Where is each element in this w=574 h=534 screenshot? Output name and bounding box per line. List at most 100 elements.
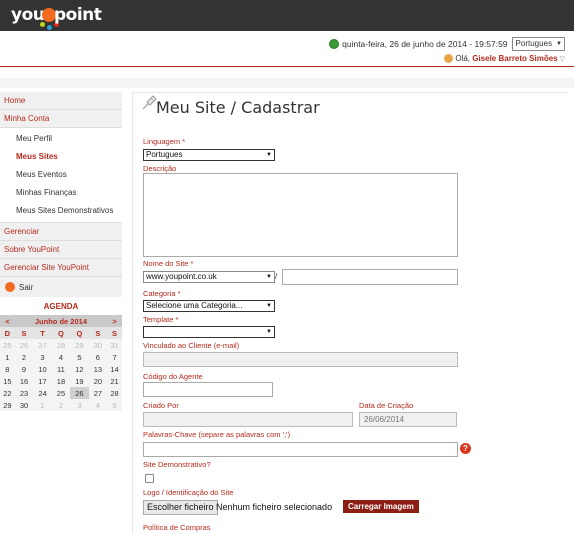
criado-por-label: Criado Por: [143, 401, 179, 410]
codigo-agente-label: Código do Agente: [143, 372, 203, 381]
domain-select[interactable]: www.youpoint.co.uk: [143, 271, 275, 283]
calendar-day[interactable]: 1: [33, 399, 52, 411]
calendar-month: Junho de 2014: [14, 315, 108, 327]
template-select[interactable]: [143, 326, 275, 338]
chevron-down-icon: ▽: [559, 55, 565, 63]
calendar-day[interactable]: 25: [0, 339, 15, 351]
nav-sobre-youpoint[interactable]: Sobre YouPoint: [0, 241, 122, 259]
calendar-prev-button[interactable]: <: [0, 315, 15, 327]
nav-meus-sites-demonstrativos[interactable]: Meus Sites Demonstrativos: [0, 202, 122, 220]
descricao-label: Descrição: [143, 164, 177, 173]
calendar-day[interactable]: 11: [51, 363, 71, 375]
calendar-day[interactable]: 6: [88, 351, 108, 363]
calendar-day[interactable]: 7: [107, 351, 122, 363]
calendar-day[interactable]: 3: [33, 351, 52, 363]
linguagem-select[interactable]: Portugues: [143, 149, 275, 161]
logout-label: Sair: [19, 282, 34, 292]
calendar: < Junho de 2014 > D S T Q Q S S 25 26 27…: [0, 315, 122, 411]
calendar-day[interactable]: 18: [51, 375, 71, 387]
calendar-day[interactable]: 20: [88, 375, 108, 387]
calendar-day[interactable]: 10: [33, 363, 52, 375]
language-select[interactable]: Portugues: [511, 37, 565, 51]
palavras-chave-label: Palavras-Chave (separe as palavras com '…: [143, 430, 291, 439]
upload-image-button[interactable]: Carregar Imagem: [343, 500, 419, 513]
calendar-day[interactable]: 29: [0, 399, 15, 411]
nav-minha-conta[interactable]: Minha Conta: [0, 110, 122, 128]
calendar-day[interactable]: 28: [107, 387, 122, 399]
calendar-day[interactable]: 15: [0, 375, 15, 387]
calendar-day[interactable]: 29: [70, 339, 89, 351]
site-name-input[interactable]: [282, 269, 458, 285]
calendar-next-button[interactable]: >: [107, 315, 122, 327]
calendar-day[interactable]: 8: [0, 363, 15, 375]
calendar-day[interactable]: 13: [88, 363, 108, 375]
calendar-day-today[interactable]: 26: [70, 387, 89, 399]
calendar-day[interactable]: 27: [88, 387, 108, 399]
power-icon: [5, 282, 15, 292]
clock-icon: [329, 39, 340, 49]
nav-home[interactable]: Home: [0, 92, 122, 110]
logout-button[interactable]: Sair: [0, 277, 122, 297]
calendar-day[interactable]: 2: [51, 399, 71, 411]
data-criacao-input: 26/06/2014: [359, 412, 457, 427]
calendar-day[interactable]: 9: [14, 363, 34, 375]
nome-site-label: Nome do Site *: [143, 259, 194, 268]
nav-meus-eventos[interactable]: Meus Eventos: [0, 166, 122, 184]
calendar-day[interactable]: 16: [14, 375, 34, 387]
calendar-day[interactable]: 19: [70, 375, 89, 387]
choose-file-button[interactable]: Escolher ficheiro: [143, 500, 218, 515]
user-bar[interactable]: Olá, Gisele Barreto Simões ▽: [444, 54, 565, 63]
categoria-select[interactable]: Selecione uma Categoria...: [143, 300, 275, 312]
logo-text-you: you: [11, 5, 45, 25]
nav-gerenciar-site[interactable]: Gerenciar Site YouPoint: [0, 259, 122, 277]
logo-dot-icon: [47, 25, 52, 30]
calendar-day[interactable]: 5: [70, 351, 89, 363]
calendar-day[interactable]: 27: [33, 339, 52, 351]
help-icon[interactable]: ?: [460, 443, 471, 454]
sidebar: Home Minha Conta Meu Perfil Meus Sites M…: [0, 92, 122, 411]
agenda-title: AGENDA: [43, 302, 79, 311]
calendar-day[interactable]: 21: [107, 375, 122, 387]
current-datetime: quinta-feira, 26 de junho de 2014 - 19:5…: [342, 39, 508, 49]
calendar-day[interactable]: 31: [107, 339, 122, 351]
weekday-label: T: [33, 327, 52, 339]
calendar-day[interactable]: 2: [14, 351, 34, 363]
criado-por-input: [143, 412, 353, 427]
logo-text-point: point: [54, 5, 102, 25]
calendar-day[interactable]: 1: [0, 351, 15, 363]
calendar-day[interactable]: 24: [33, 387, 52, 399]
calendar-day[interactable]: 5: [107, 399, 122, 411]
calendar-day[interactable]: 17: [33, 375, 52, 387]
nav-gerenciar[interactable]: Gerenciar: [0, 223, 122, 241]
page-title: Meu Site / Cadastrar: [156, 98, 320, 117]
palavras-chave-input[interactable]: [143, 442, 458, 457]
top-bar: you point: [0, 0, 574, 31]
user-avatar-icon: [444, 54, 454, 63]
nav-minhas-financas[interactable]: Minhas Finanças: [0, 184, 122, 202]
template-label: Template *: [143, 315, 179, 324]
calendar-day[interactable]: 30: [88, 339, 108, 351]
calendar-day[interactable]: 4: [51, 351, 71, 363]
categoria-label: Categoria *: [143, 289, 181, 298]
politica-compras-label: Política de Compras: [143, 523, 211, 532]
codigo-agente-input[interactable]: [143, 382, 273, 397]
calendar-day[interactable]: 12: [70, 363, 89, 375]
calendar-day[interactable]: 30: [14, 399, 34, 411]
weekday-label: S: [14, 327, 34, 339]
calendar-day[interactable]: 14: [107, 363, 122, 375]
logo-label: Logo / Identificação do Site: [143, 488, 234, 497]
calendar-day[interactable]: 28: [51, 339, 71, 351]
calendar-day[interactable]: 4: [88, 399, 108, 411]
descricao-textarea[interactable]: [143, 173, 458, 257]
calendar-day[interactable]: 23: [14, 387, 34, 399]
user-name: Gisele Barreto Simões: [472, 54, 558, 63]
nav-meus-sites[interactable]: Meus Sites: [0, 148, 122, 166]
calendar-day[interactable]: 22: [0, 387, 15, 399]
calendar-day[interactable]: 26: [14, 339, 34, 351]
vinculado-input: [143, 352, 458, 367]
header-divider: [0, 66, 574, 67]
calendar-day[interactable]: 25: [51, 387, 71, 399]
site-demonstrativo-checkbox[interactable]: [145, 474, 154, 483]
calendar-day[interactable]: 3: [70, 399, 89, 411]
nav-meu-perfil[interactable]: Meu Perfil: [0, 130, 122, 148]
